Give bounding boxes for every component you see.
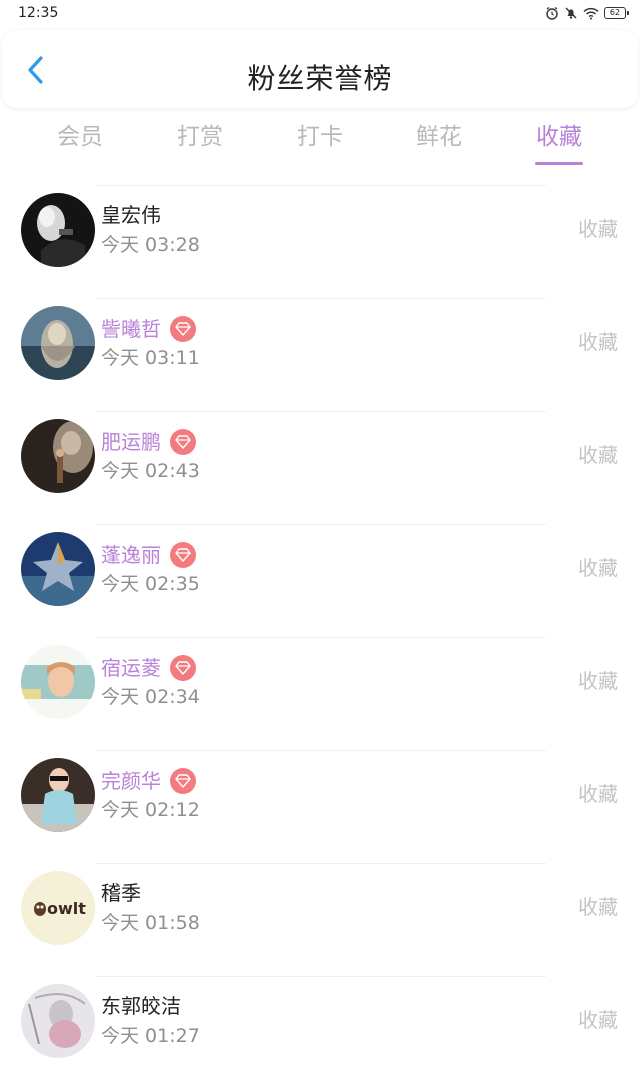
row-name-group: 訾曦哲 bbox=[101, 316, 196, 342]
username[interactable]: 蓬逸丽 bbox=[101, 543, 161, 567]
timestamp: 今天 03:11 bbox=[101, 347, 200, 369]
tab-bar: 会员 打赏 打卡 鲜花 收藏 bbox=[0, 120, 640, 170]
status-bar: 12:35 62 bbox=[0, 0, 640, 28]
fan-list: 皇宏伟 今天 03:28 收藏 訾曦哲 今天 03:11 收藏 肥运鹏 今天 0… bbox=[0, 185, 640, 1067]
status-icons: 62 bbox=[545, 6, 629, 20]
row-divider bbox=[96, 637, 546, 638]
row-name-group: 肥运鹏 bbox=[101, 429, 196, 455]
timestamp: 今天 02:43 bbox=[101, 460, 200, 482]
action-label: 收藏 bbox=[578, 782, 618, 806]
battery-icon: 62 bbox=[604, 7, 629, 19]
username[interactable]: 宿运菱 bbox=[101, 656, 161, 680]
owl-logo-text: owlt bbox=[47, 899, 86, 918]
diamond-badge-icon bbox=[170, 542, 196, 568]
avatar[interactable] bbox=[21, 193, 95, 267]
row-name-group: 蓬逸丽 bbox=[101, 542, 196, 568]
timestamp: 今天 02:12 bbox=[101, 799, 200, 821]
row-name-group: 东郭皎洁 bbox=[101, 994, 181, 1018]
username[interactable]: 皇宏伟 bbox=[101, 203, 161, 227]
mute-icon bbox=[564, 6, 578, 20]
timestamp: 今天 01:27 bbox=[101, 1025, 200, 1047]
row-divider bbox=[96, 863, 546, 864]
timestamp: 今天 01:58 bbox=[101, 912, 200, 934]
list-item[interactable]: 皇宏伟 今天 03:28 收藏 bbox=[0, 185, 640, 298]
status-time: 12:35 bbox=[18, 5, 59, 21]
list-item[interactable]: 东郭皎洁 今天 01:27 收藏 bbox=[0, 976, 640, 1067]
list-item[interactable]: 蓬逸丽 今天 02:35 收藏 bbox=[0, 524, 640, 637]
avatar[interactable] bbox=[21, 984, 95, 1058]
tab-rewards[interactable]: 打赏 bbox=[140, 120, 260, 154]
action-label: 收藏 bbox=[578, 895, 618, 919]
list-item[interactable]: 肥运鹏 今天 02:43 收藏 bbox=[0, 411, 640, 524]
row-name-group: 完颜华 bbox=[101, 768, 196, 794]
action-label: 收藏 bbox=[578, 443, 618, 467]
username[interactable]: 稽季 bbox=[101, 881, 141, 905]
timestamp: 今天 02:34 bbox=[101, 686, 200, 708]
diamond-badge-icon bbox=[170, 316, 196, 342]
username[interactable]: 訾曦哲 bbox=[101, 317, 161, 341]
username[interactable]: 完颜华 bbox=[101, 769, 161, 793]
timestamp: 今天 02:35 bbox=[101, 573, 200, 595]
list-item[interactable]: owlt 稽季 今天 01:58 收藏 bbox=[0, 863, 640, 976]
list-item[interactable]: 訾曦哲 今天 03:11 收藏 bbox=[0, 298, 640, 411]
action-label: 收藏 bbox=[578, 1008, 618, 1032]
tab-members[interactable]: 会员 bbox=[20, 120, 140, 154]
action-label: 收藏 bbox=[578, 669, 618, 693]
row-divider bbox=[96, 976, 546, 977]
row-divider bbox=[96, 185, 546, 186]
diamond-badge-icon bbox=[170, 768, 196, 794]
username[interactable]: 东郭皎洁 bbox=[101, 994, 181, 1018]
row-divider bbox=[96, 411, 546, 412]
tab-favorites[interactable]: 收藏 bbox=[499, 120, 619, 154]
diamond-badge-icon bbox=[170, 429, 196, 455]
row-divider bbox=[96, 298, 546, 299]
row-name-group: 宿运菱 bbox=[101, 655, 196, 681]
row-divider bbox=[96, 750, 546, 751]
diamond-badge-icon bbox=[170, 655, 196, 681]
alarm-icon bbox=[545, 6, 559, 20]
row-name-group: 皇宏伟 bbox=[101, 203, 161, 227]
action-label: 收藏 bbox=[578, 330, 618, 354]
avatar[interactable]: owlt bbox=[21, 871, 95, 945]
header-bar: 粉丝荣誉榜 bbox=[2, 30, 638, 108]
row-name-group: 稽季 bbox=[101, 881, 141, 905]
row-divider bbox=[96, 524, 546, 525]
page-title: 粉丝荣誉榜 bbox=[247, 62, 393, 95]
avatar[interactable] bbox=[21, 306, 95, 380]
username[interactable]: 肥运鹏 bbox=[101, 430, 161, 454]
avatar[interactable] bbox=[21, 419, 95, 493]
tab-checkin[interactable]: 打卡 bbox=[260, 120, 380, 154]
action-label: 收藏 bbox=[578, 217, 618, 241]
timestamp: 今天 03:28 bbox=[101, 234, 200, 256]
tab-flowers[interactable]: 鲜花 bbox=[379, 120, 499, 154]
wifi-icon bbox=[583, 7, 599, 20]
action-label: 收藏 bbox=[578, 556, 618, 580]
list-item[interactable]: 宿运菱 今天 02:34 收藏 bbox=[0, 637, 640, 750]
avatar[interactable] bbox=[21, 532, 95, 606]
avatar[interactable] bbox=[21, 758, 95, 832]
list-item[interactable]: 完颜华 今天 02:12 收藏 bbox=[0, 750, 640, 863]
avatar[interactable] bbox=[21, 645, 95, 719]
active-tab-indicator bbox=[535, 162, 583, 165]
